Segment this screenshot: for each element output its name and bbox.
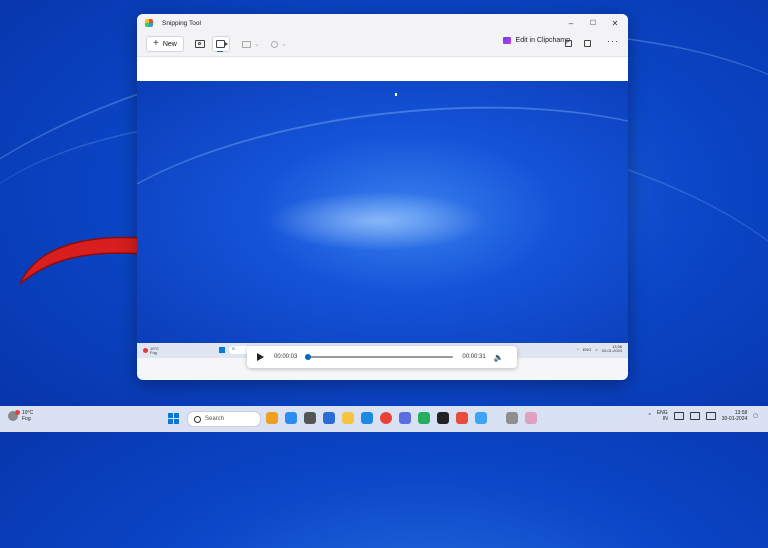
screenshot-mode-button[interactable] [192,37,208,51]
maximize-button[interactable]: ☐ [582,14,604,32]
chevron-down-icon: ⌄ [253,41,260,48]
close-button[interactable]: ✕ [604,14,626,32]
preview-wallpaper-glow [267,191,487,251]
weather-icon [8,410,20,421]
seek-knob[interactable] [305,354,312,360]
file-explorer-icon[interactable] [342,412,354,424]
search-icon [194,415,201,423]
chevron-up-icon[interactable]: ^ [648,413,650,419]
recording-preview: 19°C Fog S ^ ENG ≈ 13:58 30-01-2024 [137,81,628,358]
volume-icon[interactable] [689,412,700,420]
weather-widget[interactable]: 19°C Fog [8,410,33,422]
clipchamp-icon [502,37,511,44]
more-options-button[interactable]: ··· [607,36,619,46]
chrome-icon[interactable] [380,412,392,424]
video-camera-icon [216,40,229,48]
mouse-cursor [395,93,397,96]
record-mode-button[interactable] [211,36,230,52]
snipping-tool-app-icon [145,19,153,27]
taskbar-clock[interactable]: 13:58 30-01-2024 [722,410,748,422]
video-player-controls: 00:00:03 00:00:31 🔈 [247,346,517,368]
notification-icon[interactable]: ▢ [753,413,758,419]
app-icon[interactable] [304,412,316,424]
preview-start-icon [219,347,225,353]
play-button[interactable] [257,353,264,361]
timer-icon [270,40,278,48]
snipping-tool-taskbar-icon[interactable] [525,412,537,424]
system-tray: ^ ENG IN 13:58 30-01-2024 ▢ [648,410,758,422]
app-icon[interactable] [475,412,487,424]
weather-icon [143,348,148,353]
snipping-tool-window: Snipping Tool – ☐ ✕ + New ⌄ ⌄ Edit in Cl… [137,14,628,380]
volume-icon[interactable]: 🔈 [494,353,504,362]
preview-tray-lang: ENG [582,346,592,352]
seek-bar[interactable] [305,354,454,360]
edit-in-clipchamp-button[interactable]: Edit in Clipchamp [502,37,570,44]
end-time: 00:00:31 [462,354,486,360]
battery-icon[interactable] [705,412,716,420]
wifi-icon[interactable] [673,412,684,420]
new-button-label: New [162,40,177,48]
taskbar-search-box[interactable]: Search [187,411,261,427]
toolbar-spacer [137,56,628,81]
title-bar: Snipping Tool – ☐ ✕ [137,14,628,32]
settings-icon[interactable] [506,412,518,424]
app-icon[interactable] [456,412,468,424]
preview-weather-desc: Fog [150,349,157,355]
preview-chevron-up-icon: ^ [576,346,579,352]
chevron-down-icon: ⌄ [280,41,287,48]
clock-date: 30-01-2024 [721,416,748,422]
edit-in-clipchamp-label: Edit in Clipchamp [515,37,570,44]
pinned-apps [266,412,537,424]
edge-icon[interactable] [361,412,373,424]
preview-weather-widget: 19°C Fog [143,346,159,355]
snip-mode-dropdown[interactable]: ⌄ [240,37,262,51]
rectangle-snip-icon [241,40,251,48]
app-icon[interactable] [437,412,449,424]
windows-taskbar: 19°C Fog Search ^ ENG IN 13:58 30-01-202… [0,406,768,432]
preview-system-tray: ^ ENG ≈ 13:58 30-01-2024 [577,345,622,353]
preview-tray-date: 30-01-2024 [601,348,622,353]
plus-icon: + [153,38,159,49]
active-indicator [216,50,223,52]
current-time: 00:00:03 [274,354,298,360]
new-button[interactable]: + New [146,36,184,52]
search-placeholder: Search [205,416,225,422]
tray-region: IN [662,416,668,422]
app-icon[interactable] [399,412,411,424]
preview-wifi-icon: ≈ [595,346,598,352]
delay-dropdown[interactable]: ⌄ [268,37,290,51]
app-icon[interactable] [266,412,278,424]
start-button[interactable] [168,413,179,424]
app-icon[interactable] [418,412,430,424]
app-icon[interactable] [285,412,297,424]
app-icon[interactable] [323,412,335,424]
window-title: Snipping Tool [162,19,201,27]
weather-desc: Fog [22,416,31,422]
toolbar: + New ⌄ ⌄ Edit in Clipchamp ··· [137,32,628,56]
copy-icon[interactable] [584,40,591,47]
minimize-button[interactable]: – [560,14,582,32]
camera-icon [194,40,205,48]
save-icon[interactable] [565,40,572,47]
